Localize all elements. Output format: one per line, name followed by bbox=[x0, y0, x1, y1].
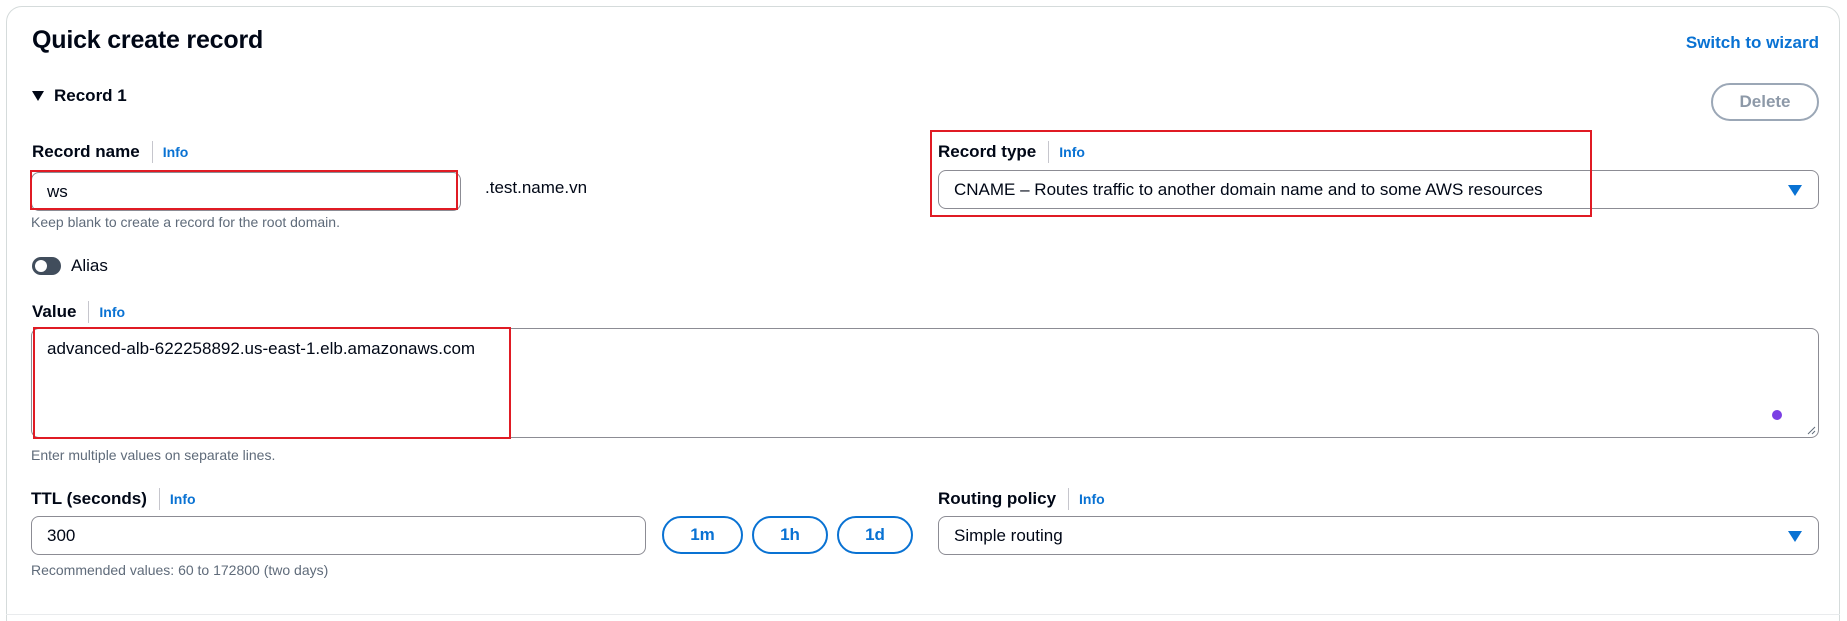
value-textarea[interactable]: advanced-alb-622258892.us-east-1.elb.ama… bbox=[31, 328, 1819, 438]
value-text: advanced-alb-622258892.us-east-1.elb.ama… bbox=[47, 339, 476, 358]
info-separator bbox=[1068, 488, 1070, 510]
record-name-value: ws bbox=[47, 181, 68, 201]
alias-label: Alias bbox=[71, 256, 108, 275]
record-label: Record 1 bbox=[54, 86, 127, 105]
record-name-input[interactable]: ws bbox=[31, 172, 461, 211]
dropdown-caret-icon bbox=[1788, 184, 1802, 196]
ttl-hint: Recommended values: 60 to 172800 (two da… bbox=[31, 562, 329, 578]
record-name-label: Record name Info bbox=[32, 141, 188, 163]
info-separator bbox=[158, 488, 160, 510]
caret-down-icon bbox=[32, 91, 44, 101]
grammar-checker-icon[interactable] bbox=[1772, 410, 1782, 420]
ttl-value: 300 bbox=[47, 525, 76, 545]
ttl-1m-button[interactable]: 1m bbox=[662, 516, 743, 554]
record-type-label: Record type Info bbox=[938, 141, 1085, 163]
ttl-1d-button[interactable]: 1d bbox=[837, 516, 913, 554]
record-name-info-link[interactable]: Info bbox=[163, 144, 189, 160]
routing-policy-info-link[interactable]: Info bbox=[1079, 491, 1105, 507]
ttl-input[interactable]: 300 bbox=[31, 516, 646, 555]
record-name-label-text: Record name bbox=[32, 142, 140, 161]
delete-button[interactable]: Delete bbox=[1711, 83, 1819, 121]
ttl-info-link[interactable]: Info bbox=[170, 491, 196, 507]
domain-suffix: .test.name.vn bbox=[485, 178, 588, 197]
routing-policy-value: Simple routing bbox=[954, 525, 1063, 545]
routing-policy-label-text: Routing policy bbox=[938, 489, 1057, 508]
routing-policy-label: Routing policy Info bbox=[938, 488, 1105, 510]
alias-toggle-knob bbox=[35, 260, 47, 272]
record-expander[interactable]: Record 1 bbox=[32, 86, 127, 106]
page-title: Quick create record bbox=[32, 26, 264, 54]
value-label-text: Value bbox=[32, 302, 77, 321]
ttl-label: TTL (seconds) Info bbox=[31, 488, 196, 510]
switch-to-wizard-link[interactable]: Switch to wizard bbox=[1686, 33, 1819, 53]
record-type-label-text: Record type bbox=[938, 142, 1037, 161]
value-info-link[interactable]: Info bbox=[99, 304, 125, 320]
info-separator bbox=[151, 141, 153, 163]
resize-grip-icon[interactable] bbox=[1806, 425, 1816, 435]
section-divider bbox=[6, 614, 1840, 615]
record-type-info-link[interactable]: Info bbox=[1059, 144, 1085, 160]
routing-policy-select[interactable]: Simple routing bbox=[938, 516, 1819, 555]
value-hint: Enter multiple values on separate lines. bbox=[31, 447, 276, 463]
info-separator bbox=[1048, 141, 1050, 163]
dropdown-caret-icon bbox=[1788, 530, 1802, 542]
value-label: Value Info bbox=[32, 301, 125, 323]
record-type-value: CNAME – Routes traffic to another domain… bbox=[954, 179, 1543, 199]
record-type-select[interactable]: CNAME – Routes traffic to another domain… bbox=[938, 170, 1819, 209]
info-separator bbox=[88, 301, 90, 323]
ttl-label-text: TTL (seconds) bbox=[31, 489, 147, 508]
ttl-1h-button[interactable]: 1h bbox=[752, 516, 828, 554]
record-name-hint: Keep blank to create a record for the ro… bbox=[31, 214, 340, 230]
